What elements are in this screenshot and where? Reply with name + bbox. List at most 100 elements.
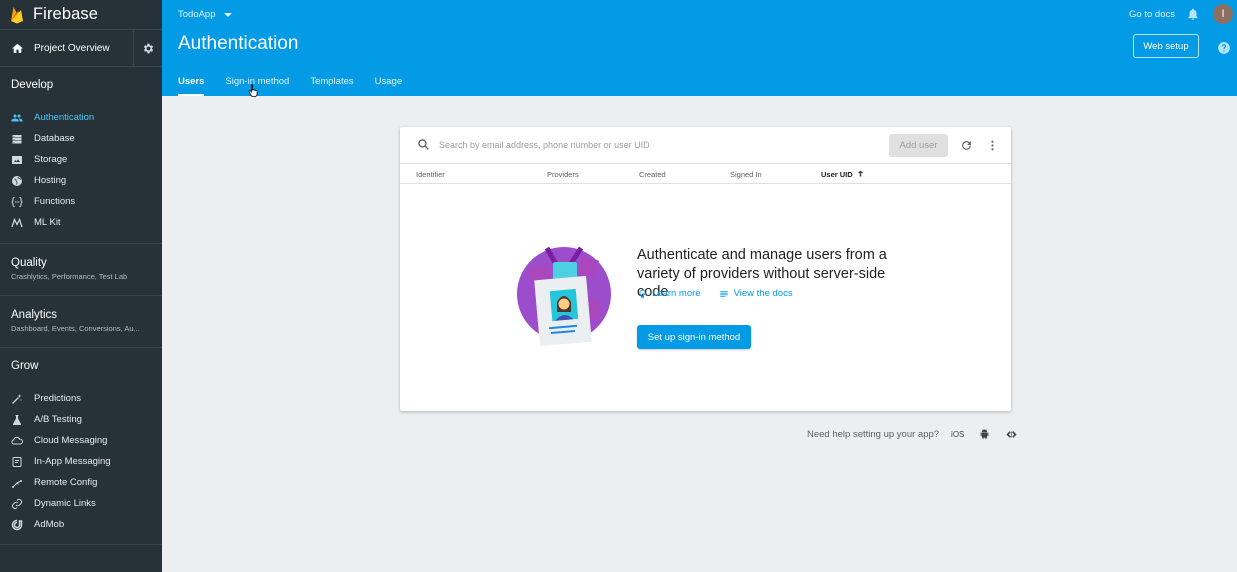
home-icon [12,43,23,53]
sidebar-item-in-app-messaging[interactable]: In-App Messaging [0,451,162,472]
need-help-text: Need help setting up your app? [807,429,940,440]
help-links: Learn more View the docs [638,288,811,299]
search-bar: Search by email address, phone number or… [400,127,1011,164]
tab-usage[interactable]: Usage [375,72,402,96]
sidebar-divider [0,544,162,545]
quality-heading: Quality [11,257,47,269]
go-to-docs-link[interactable]: Go to docs [1129,9,1175,20]
admob-icon [11,519,23,531]
sidebar-item-hosting[interactable]: Hosting [0,170,162,191]
docs-icon [719,290,728,297]
sidebar-item-label: Dynamic Links [34,498,96,509]
setup-sign-in-method-button[interactable]: Set up sign-in method [637,325,751,349]
sidebar-item-label: Authentication [34,112,95,123]
users-card: Search by email address, phone number or… [400,127,1011,411]
sidebar-item-authentication[interactable]: Authentication [0,107,162,128]
inapp-message-icon [11,456,23,468]
table-header: Identifier Providers Created Signed In U… [400,164,1011,184]
gear-icon [143,43,153,53]
web-setup-button[interactable]: Web setup [1133,34,1199,58]
tab-templates[interactable]: Templates [310,72,353,96]
ios-platform-link[interactable]: iOS [951,430,964,439]
analytics-heading: Analytics [11,309,58,321]
sidebar-item-database[interactable]: Database [0,128,162,149]
sidebar-item-label: Predictions [34,393,81,404]
mouse-pointer-icon [248,84,258,97]
sort-arrow-up-icon[interactable] [856,169,865,178]
predictions-icon [11,393,23,405]
sidebar-item-label: In-App Messaging [34,456,111,467]
sidebar-item-label: Database [34,133,75,144]
view-docs-link[interactable]: View the docs [719,288,793,299]
quality-section[interactable]: Quality Crashlytics, Performance, Test L… [0,243,162,295]
sidebar-item-label: Hosting [34,175,67,186]
sidebar-item-label: Storage [34,154,68,165]
avatar[interactable]: I [1213,4,1233,24]
lightbulb-icon [639,289,646,298]
tab-bar: Users Sign-in method Templates Usage [178,72,423,96]
remote-config-icon [11,477,23,489]
sidebar-item-remote-config[interactable]: Remote Config [0,472,162,493]
project-selector[interactable]: TodoApp [178,9,232,20]
search-input[interactable]: Search by email address, phone number or… [439,140,650,150]
sidebar-item-cloud-messaging[interactable]: Cloud Messaging [0,430,162,451]
develop-heading: Develop [11,79,54,91]
column-signed-in[interactable]: Signed In [730,170,762,179]
sidebar-item-predictions[interactable]: Predictions [0,388,162,409]
need-help-row: Need help setting up your app? iOS [807,429,1018,440]
project-overview-label: Project Overview [34,42,110,54]
grow-section: Grow Predictions A/B Testing Cloud Messa… [0,347,162,545]
column-user-uid[interactable]: User UID [821,170,853,179]
column-created[interactable]: Created [639,170,666,179]
sidebar: Firebase Project Overview Develop Authen… [0,0,162,572]
android-icon[interactable] [979,429,990,440]
header: TodoApp Authentication Go to docs I Web … [162,0,1237,96]
code-web-icon[interactable] [1005,429,1018,440]
people-icon [11,112,23,124]
sidebar-item-label: Remote Config [34,477,98,488]
sidebar-item-label: ML Kit [34,217,61,228]
sidebar-item-admob[interactable]: AdMob [0,514,162,535]
sidebar-item-mlkit[interactable]: ML Kit [0,212,162,233]
firebase-logo-icon [11,6,23,23]
view-docs-label: View the docs [733,288,793,299]
more-vert-icon[interactable] [986,139,999,152]
sidebar-item-functions[interactable]: Functions [0,191,162,212]
globe-icon [11,175,23,187]
functions-icon [11,196,23,208]
mlkit-icon [11,217,23,229]
search-icon [418,139,429,150]
user-badge-illustration [517,246,611,347]
quality-subtitle: Crashlytics, Performance, Test Lab [11,272,128,281]
refresh-icon[interactable] [960,139,973,152]
sidebar-item-label: A/B Testing [34,414,82,425]
sidebar-item-label: Cloud Messaging [34,435,108,446]
analytics-subtitle: Dashboard, Events, Conversions, Au... [11,324,140,333]
caret-down-icon [223,12,232,17]
brand[interactable]: Firebase [0,0,162,30]
add-user-button[interactable]: Add user [889,134,948,157]
settings-gear-button[interactable] [133,30,162,66]
analytics-section[interactable]: Analytics Dashboard, Events, Conversions… [0,295,162,347]
page-title: Authentication [178,33,299,54]
project-name: TodoApp [178,9,216,20]
storage-icon [11,154,23,166]
help-icon[interactable] [1217,41,1231,55]
sidebar-item-label: AdMob [34,519,65,530]
column-identifier[interactable]: Identifier [416,170,445,179]
sidebar-item-label: Functions [34,196,76,207]
tab-users[interactable]: Users [178,72,205,96]
sidebar-item-dynamic-links[interactable]: Dynamic Links [0,493,162,514]
column-providers[interactable]: Providers [547,170,579,179]
learn-more-link[interactable]: Learn more [638,288,701,299]
link-icon [11,498,23,510]
sidebar-item-storage[interactable]: Storage [0,149,162,170]
notifications-bell-icon[interactable] [1186,7,1200,21]
project-overview[interactable]: Project Overview [0,30,162,67]
sidebar-item-ab-testing[interactable]: A/B Testing [0,409,162,430]
brand-name: Firebase [33,5,98,23]
learn-more-label: Learn more [652,288,701,299]
flask-icon [11,414,23,426]
database-icon [11,133,23,145]
cloud-icon [11,435,23,447]
